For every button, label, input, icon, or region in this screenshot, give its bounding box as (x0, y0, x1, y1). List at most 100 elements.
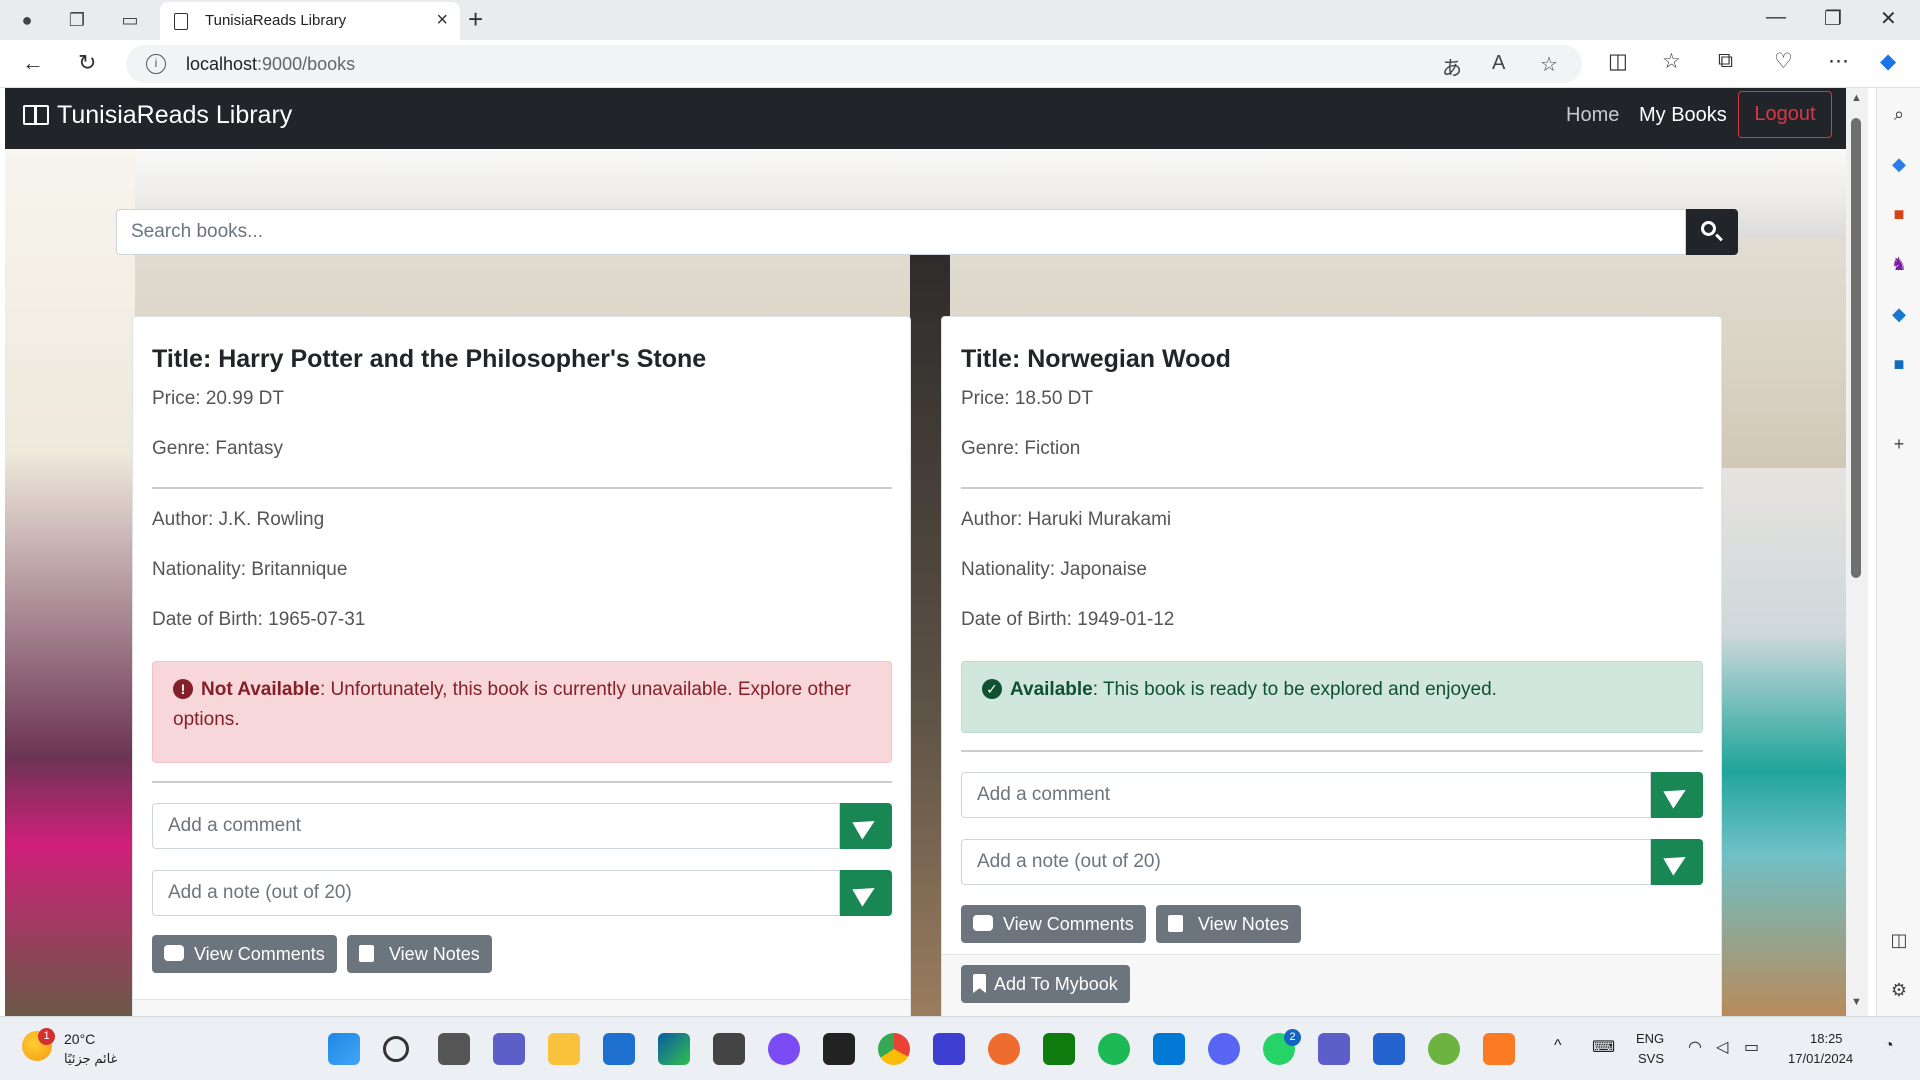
teams-icon[interactable] (1318, 1033, 1350, 1065)
sidebar-toggle-icon[interactable]: ◫ (1887, 928, 1911, 952)
settings-gear-icon[interactable]: ⚙ (1887, 978, 1911, 1002)
show-hidden-icon[interactable]: ^ (1554, 1037, 1562, 1055)
workspaces-icon[interactable]: ❐ (64, 7, 90, 33)
messenger-icon[interactable] (768, 1033, 800, 1065)
start-icon[interactable] (328, 1033, 360, 1065)
postman-icon[interactable] (988, 1033, 1020, 1065)
background-shelves-right (1720, 468, 1846, 1016)
spotify-icon[interactable] (1098, 1033, 1130, 1065)
volume-icon[interactable]: ◁ (1716, 1037, 1728, 1057)
favorite-star-icon[interactable]: ☆ (1540, 52, 1558, 77)
scroll-down-icon[interactable]: ▼ (1851, 996, 1862, 1008)
chrome-icon[interactable] (878, 1033, 910, 1065)
background-shelves-left (5, 148, 135, 1016)
battery-icon[interactable]: ▭ (1744, 1037, 1759, 1057)
sticky-note-icon (359, 945, 374, 962)
favorites-icon[interactable]: ☆ (1662, 49, 1681, 74)
office-icon[interactable]: ◆ (1887, 302, 1911, 326)
send-comment-button[interactable] (840, 803, 892, 849)
view-comments-button[interactable]: View Comments (961, 905, 1146, 943)
keyboard-layout[interactable]: SVS (1638, 1051, 1664, 1066)
comment-input[interactable]: Add a comment (152, 803, 840, 849)
clock-date[interactable]: 17/01/2024 (1788, 1051, 1853, 1066)
profile-icon[interactable]: ● (14, 7, 40, 33)
minimize-icon[interactable]: — (1766, 6, 1786, 29)
app-icon[interactable] (933, 1033, 965, 1065)
address-bar[interactable]: i localhost:9000/books あ A ☆ (126, 45, 1582, 83)
shopping-tag-icon[interactable]: ◆ (1887, 152, 1911, 176)
scrollbar-thumb[interactable] (1851, 118, 1861, 578)
sticky-note-icon (1168, 915, 1183, 932)
collections-icon[interactable]: ⧉ (1718, 49, 1733, 73)
split-screen-icon[interactable]: ◫ (1608, 49, 1628, 74)
task-view-icon[interactable] (438, 1033, 470, 1065)
search-icon[interactable]: ⌕ (1887, 102, 1911, 126)
app-icon[interactable] (713, 1033, 745, 1065)
tools-icon[interactable]: ■ (1887, 202, 1911, 226)
note-input[interactable]: Add a note (out of 20) (152, 870, 840, 916)
wifi-icon[interactable]: ◠ (1688, 1037, 1702, 1057)
logout-button[interactable]: Logout (1738, 91, 1832, 138)
view-notes-button[interactable]: View Notes (347, 935, 492, 973)
xampp-icon[interactable] (1483, 1033, 1515, 1065)
search-icon[interactable] (383, 1036, 409, 1062)
close-tab-icon[interactable]: × (436, 9, 448, 32)
book-author: Author: J.K. Rowling (152, 509, 325, 530)
translate-icon[interactable]: あ (1442, 52, 1462, 81)
window-close-icon[interactable]: ✕ (1880, 6, 1897, 31)
search-input[interactable]: Search books... (116, 209, 1686, 255)
keyboard-icon[interactable]: ⌨ (1592, 1037, 1615, 1057)
more-options-icon[interactable]: ⋯ (1828, 49, 1849, 74)
brand-text: TunisiaReads Library (57, 101, 293, 129)
teams-chat-icon[interactable] (493, 1033, 525, 1065)
spring-icon[interactable] (1428, 1033, 1460, 1065)
new-tab-button[interactable]: + (468, 4, 483, 35)
note-input[interactable]: Add a note (out of 20) (961, 839, 1651, 885)
input-language[interactable]: ENG (1636, 1031, 1664, 1046)
send-note-button[interactable] (840, 870, 892, 916)
restore-icon[interactable]: ❐ (1824, 6, 1842, 31)
weather-caption: غائم جزئيًا (64, 1051, 118, 1066)
search-button[interactable] (1686, 209, 1738, 255)
clock-time[interactable]: 18:25 (1810, 1031, 1843, 1046)
notifications-icon[interactable]: ◔ (1884, 1037, 1894, 1055)
xbox-icon[interactable] (1043, 1033, 1075, 1065)
book-author: Author: Haruki Murakami (961, 509, 1172, 530)
search-icon (1701, 221, 1716, 236)
games-icon[interactable]: ♞ (1887, 252, 1911, 276)
book-price: Price: 18.50 DT (961, 388, 1093, 409)
todo-icon[interactable] (1373, 1033, 1405, 1065)
add-to-mybook-button[interactable]: Add To Mybook (961, 965, 1130, 1003)
whatsapp-badge: 2 (1284, 1029, 1301, 1046)
sticky-notes-icon[interactable] (823, 1033, 855, 1065)
edge-icon[interactable] (658, 1033, 690, 1065)
divider (152, 781, 892, 783)
scroll-up-icon[interactable]: ▲ (1851, 92, 1862, 104)
nav-link-my-books[interactable]: My Books (1639, 104, 1727, 127)
view-notes-button[interactable]: View Notes (1156, 905, 1301, 943)
reload-icon[interactable]: ↻ (78, 50, 96, 76)
nav-link-home[interactable]: Home (1566, 104, 1619, 127)
read-aloud-icon[interactable]: A (1492, 52, 1505, 75)
site-info-icon[interactable]: i (146, 54, 166, 74)
send-note-button[interactable] (1651, 839, 1703, 885)
tab-actions-icon[interactable]: ▭ (117, 7, 143, 33)
browser-tab[interactable]: TunisiaReads Library × (160, 2, 460, 40)
file-explorer-icon[interactable] (548, 1033, 580, 1065)
book-genre: Genre: Fiction (961, 438, 1081, 459)
browser-essentials-icon[interactable]: ♡ (1774, 49, 1793, 74)
book-genre: Genre: Fantasy (152, 438, 283, 459)
view-comments-button[interactable]: View Comments (152, 935, 337, 973)
add-icon[interactable]: + (1887, 432, 1911, 456)
vscode-icon[interactable] (1153, 1033, 1185, 1065)
discord-icon[interactable] (1208, 1033, 1240, 1065)
page-icon (174, 13, 188, 30)
site-brand[interactable]: TunisiaReads Library (23, 101, 292, 130)
store-icon[interactable] (603, 1033, 635, 1065)
outlook-icon[interactable]: ■ (1887, 352, 1911, 376)
page-scrollbar[interactable]: ▲ ▼ (1846, 88, 1868, 1016)
send-comment-button[interactable] (1651, 772, 1703, 818)
copilot-icon[interactable]: ◆ (1880, 49, 1896, 74)
comment-input[interactable]: Add a comment (961, 772, 1651, 818)
back-icon[interactable]: ← (22, 50, 44, 76)
